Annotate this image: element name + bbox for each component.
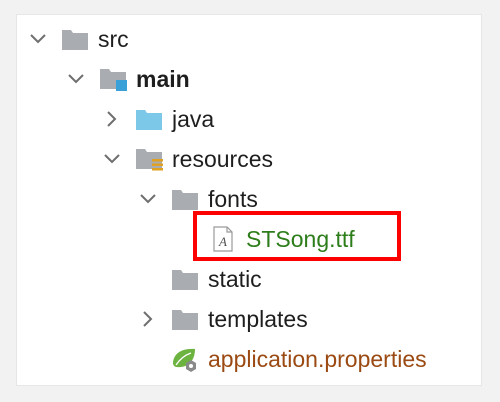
tree-node-label: templates: [208, 305, 308, 332]
highlight-box: [193, 211, 401, 261]
tree-node-src[interactable]: src: [17, 19, 483, 59]
tree-node-label: src: [98, 25, 129, 52]
tree-node-label: fonts: [208, 185, 258, 212]
tree-node-application-properties[interactable]: application.properties: [17, 339, 483, 379]
tree-node-main[interactable]: main: [17, 59, 483, 99]
tree-node-label: application.properties: [208, 345, 427, 372]
source-root-folder-icon: [99, 66, 127, 92]
folder-icon: [171, 186, 199, 212]
chevron-down-icon[interactable]: [29, 30, 47, 48]
chevron-right-icon[interactable]: [139, 310, 157, 328]
tree-node-label: static: [208, 265, 262, 292]
java-source-folder-icon: [135, 106, 163, 132]
tree-node-java[interactable]: java: [17, 99, 483, 139]
chevron-right-icon[interactable]: [103, 110, 121, 128]
tree-node-label: resources: [172, 145, 273, 172]
tree-node-resources[interactable]: resources: [17, 139, 483, 179]
chevron-down-icon[interactable]: [103, 150, 121, 168]
tree-node-templates[interactable]: templates: [17, 299, 483, 339]
spring-properties-icon: [171, 346, 199, 372]
resources-folder-icon: [135, 146, 163, 172]
tree-node-static[interactable]: static: [17, 259, 483, 299]
project-tree-panel: src main java resources fonts A STSong.t…: [16, 14, 482, 386]
chevron-down-icon[interactable]: [67, 70, 85, 88]
folder-icon: [171, 266, 199, 292]
tree-node-label: java: [172, 105, 215, 132]
folder-icon: [171, 306, 199, 332]
tree-node-label: main: [136, 65, 190, 92]
folder-icon: [61, 26, 89, 52]
chevron-down-icon[interactable]: [139, 190, 157, 208]
